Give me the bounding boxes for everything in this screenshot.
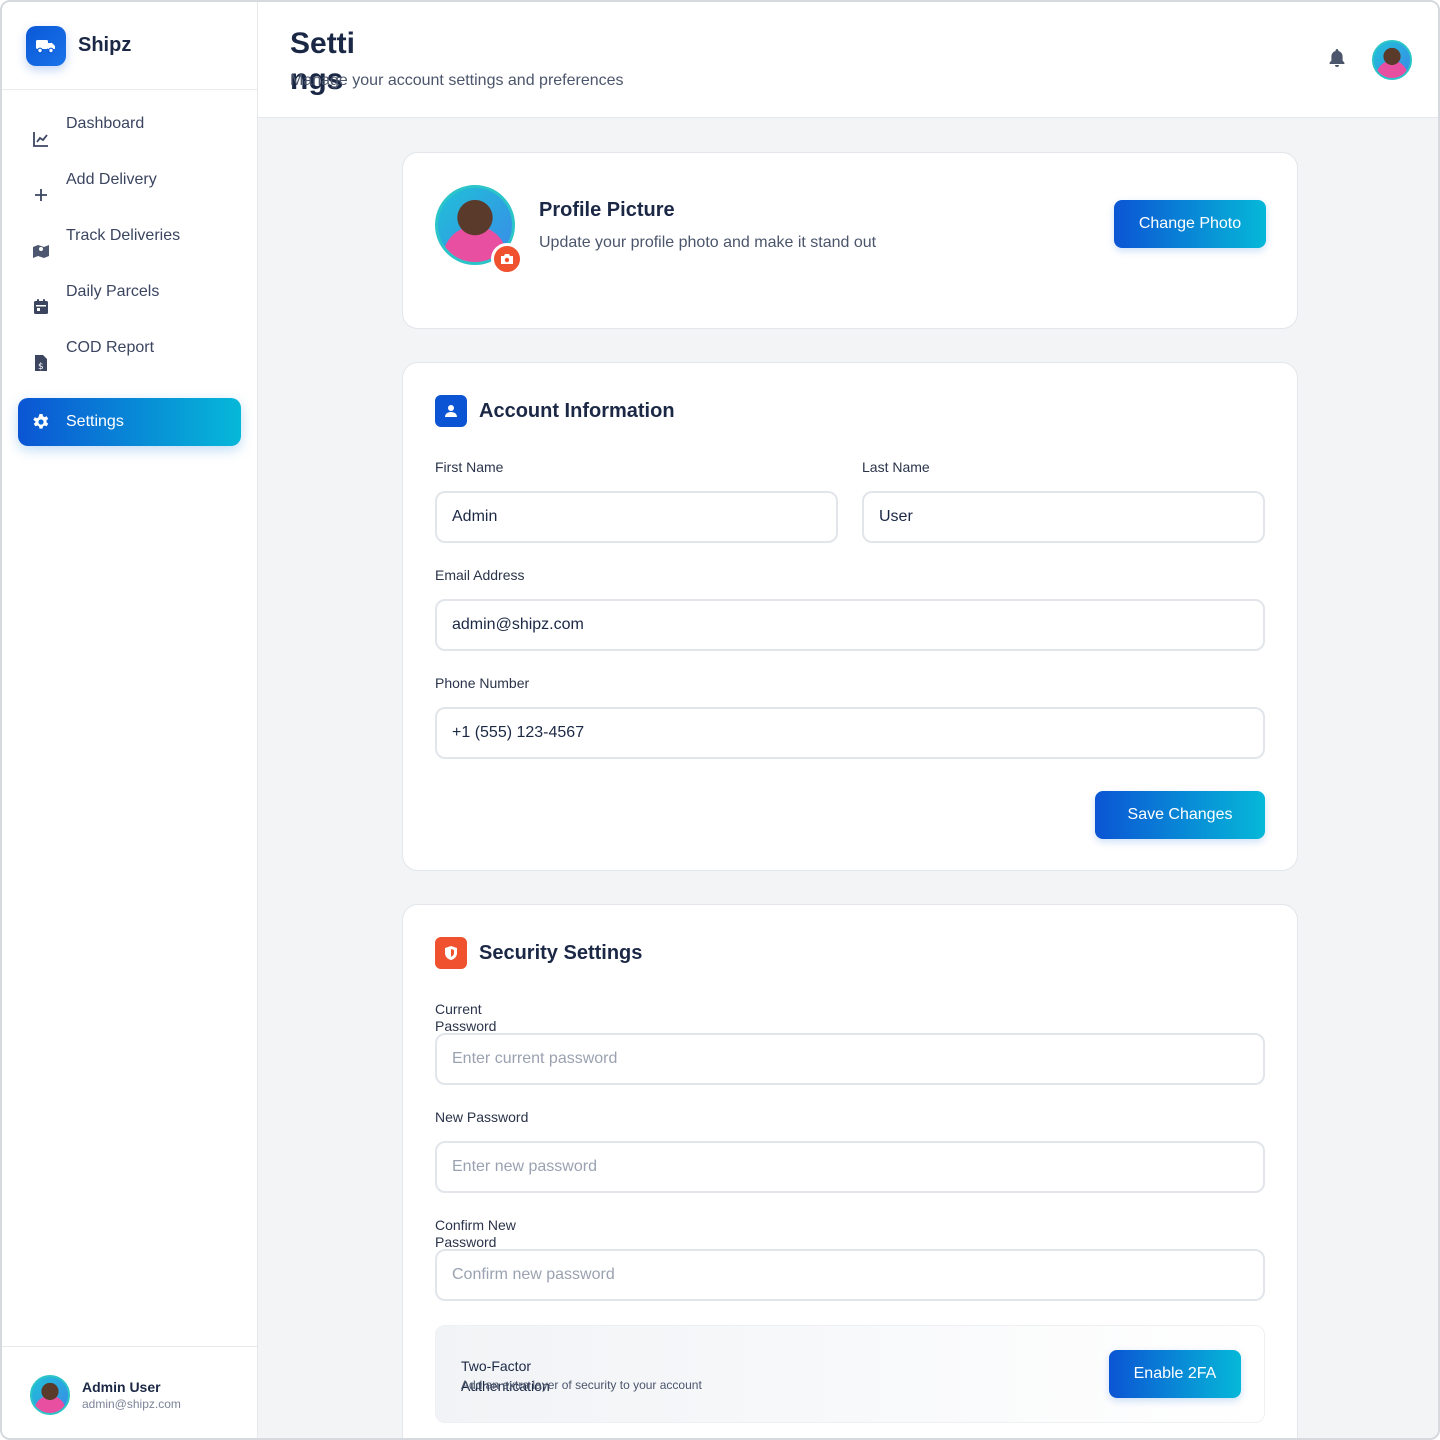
save-changes-button[interactable]: Save Changes <box>1095 791 1265 839</box>
account-information-card: Account Information First Name Last Name… <box>402 362 1298 871</box>
profile-title: Profile Picture <box>539 199 675 221</box>
invoice-dollar-icon: $ <box>32 354 50 372</box>
security-section-header: Security Settings <box>435 937 642 969</box>
sidebar-item-settings[interactable]: Settings <box>18 398 241 446</box>
camera-icon[interactable] <box>491 243 523 275</box>
phone-field[interactable] <box>435 707 1265 759</box>
two-factor-panel: Two-Factor Authentication Add an extra l… <box>435 1325 1265 1423</box>
page-header: Settings Manage your account settings an… <box>258 2 1438 118</box>
profile-description: Update your profile photo and make it st… <box>539 234 877 251</box>
truck-logo-icon <box>26 25 66 66</box>
plus-icon <box>32 186 50 204</box>
new-password-label: New Password <box>435 1109 529 1125</box>
brand[interactable]: Shipz <box>2 2 257 90</box>
account-section-title: Account Information <box>479 399 675 422</box>
last-name-field[interactable] <box>862 491 1265 543</box>
profile-picture-card: Profile Picture Update your profile phot… <box>402 152 1298 329</box>
sidebar-item-daily-parcels[interactable]: Daily Parcels <box>18 274 241 322</box>
confirm-password-field[interactable] <box>435 1249 1265 1301</box>
change-photo-button[interactable]: Change Photo <box>1114 200 1266 248</box>
chart-line-icon <box>32 130 50 148</box>
email-label: Email Address <box>435 567 525 583</box>
sidebar-item-label: Settings <box>66 413 124 430</box>
user-name: Admin User <box>82 1378 161 1395</box>
sidebar-item-cod-report[interactable]: $ COD Report <box>18 330 241 378</box>
security-section-title: Security Settings <box>479 941 643 964</box>
brand-name: Shipz <box>78 34 132 56</box>
sidebar-nav: Dashboard Add Delivery Track Deliveries … <box>2 90 257 446</box>
phone-label: Phone Number <box>435 675 530 691</box>
bell-icon[interactable] <box>1328 48 1346 68</box>
sidebar: Shipz Dashboard Add Delivery Track Deliv… <box>2 2 258 1438</box>
two-factor-description: Add an extra layer of security to your a… <box>461 1378 702 1392</box>
sidebar-item-label: Daily Parcels <box>66 283 160 300</box>
account-section-header: Account Information <box>435 395 675 427</box>
last-name-label: Last Name <box>862 459 930 475</box>
page-subtitle: Manage your account settings and prefere… <box>290 72 624 89</box>
sidebar-item-label: Dashboard <box>66 115 145 132</box>
first-name-label: First Name <box>435 459 504 475</box>
enable-2fa-button[interactable]: Enable 2FA <box>1109 1350 1241 1398</box>
confirm-password-label: Confirm New Password <box>435 1217 516 1250</box>
sidebar-item-label: Track Deliveries <box>66 227 181 244</box>
user-email: admin@shipz.com <box>82 1396 181 1411</box>
security-settings-card: Security Settings Current Password New P… <box>402 904 1298 1438</box>
first-name-field[interactable] <box>435 491 838 543</box>
avatar <box>30 1374 70 1415</box>
user-icon <box>435 395 467 427</box>
new-password-field[interactable] <box>435 1141 1265 1193</box>
current-password-label: Current Password <box>435 1001 497 1034</box>
calendar-icon <box>32 298 50 316</box>
sidebar-item-add-delivery[interactable]: Add Delivery <box>18 162 241 210</box>
header-avatar[interactable] <box>1372 40 1412 80</box>
email-field[interactable] <box>435 599 1265 651</box>
current-password-field[interactable] <box>435 1033 1265 1085</box>
sidebar-item-track-deliveries[interactable]: Track Deliveries <box>18 218 241 266</box>
shield-icon <box>435 937 467 969</box>
sidebar-item-label: Add Delivery <box>66 171 157 188</box>
sidebar-item-label: COD Report <box>66 339 155 356</box>
map-icon <box>32 242 50 260</box>
app-window: Shipz Dashboard Add Delivery Track Deliv… <box>0 0 1440 1440</box>
svg-text:$: $ <box>38 362 44 372</box>
sidebar-user-profile[interactable]: Admin User admin@shipz.com <box>2 1346 258 1438</box>
gear-icon <box>32 413 50 431</box>
sidebar-item-dashboard[interactable]: Dashboard <box>18 106 241 154</box>
